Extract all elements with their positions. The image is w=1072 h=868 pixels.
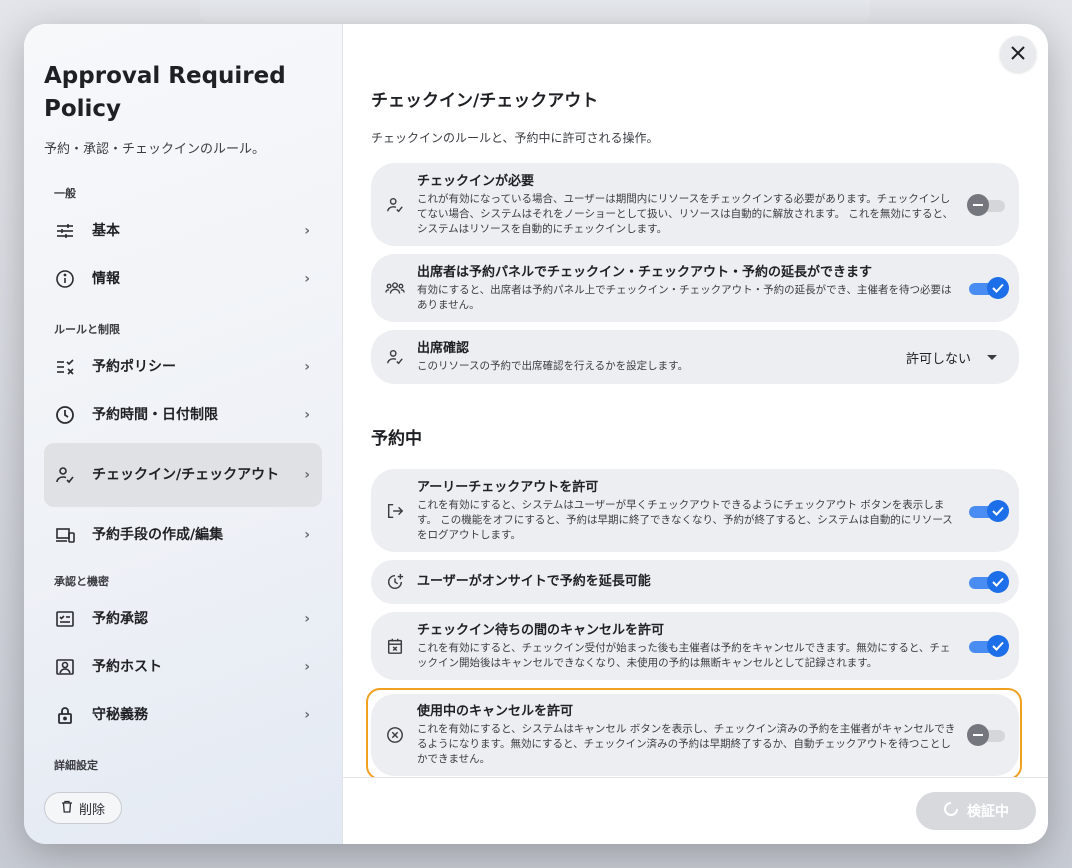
setting-description: これを有効にすると、チェックイン受付が始まった後も主催者は予約をキャンセルできま… bbox=[417, 641, 951, 669]
setting-title: チェックイン待ちの間のキャンセルを許可 bbox=[417, 622, 665, 638]
setting-description: このリソースの予約で出席確認を行えるかを設定します。 bbox=[417, 360, 689, 372]
delete-label: 削除 bbox=[78, 802, 105, 818]
section-label-general: 一般 bbox=[54, 187, 76, 200]
info-icon bbox=[54, 268, 76, 290]
verify-label: 検証中 bbox=[967, 804, 1009, 820]
section-heading-checkin: チェックイン/チェックアウト bbox=[371, 91, 599, 111]
setting-description: これを有効にすると、システムはキャンセル ボタンを表示し、チェックイン済みの予約… bbox=[417, 723, 956, 765]
clock-icon bbox=[54, 404, 76, 426]
footer: 検証中 bbox=[343, 777, 1048, 844]
sidebar-item-info[interactable]: 情報 › bbox=[44, 255, 322, 303]
setting-title: 使用中のキャンセルを許可 bbox=[417, 704, 574, 719]
spinner-icon bbox=[943, 801, 959, 821]
policy-modal: Approval Required Policy 予約・承認・チェックインのルー… bbox=[24, 24, 1048, 844]
cancel-circle-icon bbox=[385, 726, 405, 744]
setting-card-attendee-panel: 出席者は予約パネルでチェックイン・チェックアウト・予約の延長ができます 有効にす… bbox=[371, 254, 1019, 322]
setting-card-extend-onsite: ユーザーがオンサイトで予約を延長可能 bbox=[371, 560, 1019, 604]
extend-time-icon bbox=[385, 573, 405, 591]
extend-onsite-toggle[interactable] bbox=[969, 571, 1009, 593]
chevron-right-icon: › bbox=[304, 611, 310, 627]
page-title: Approval Required Policy bbox=[44, 63, 286, 122]
sidebar-item-label: チェックイン/チェックアウト bbox=[92, 467, 280, 483]
calendar-cancel-icon bbox=[385, 637, 405, 655]
verify-button[interactable]: 検証中 bbox=[916, 792, 1036, 830]
logout-icon bbox=[385, 502, 405, 520]
cancel-in-use-toggle[interactable] bbox=[967, 724, 1005, 746]
section-label-advanced: 詳細設定 bbox=[54, 759, 98, 772]
chevron-right-icon: › bbox=[304, 659, 310, 675]
chevron-right-icon: › bbox=[304, 407, 310, 423]
early-checkout-toggle[interactable] bbox=[969, 499, 1009, 522]
sidebar-item-time-limits[interactable]: 予約時間・日付制限 › bbox=[44, 391, 322, 439]
sidebar-item-label: 情報 bbox=[92, 271, 120, 287]
select-value: 許可しない bbox=[905, 351, 971, 367]
sidebar-item-label: 予約時間・日付制限 bbox=[92, 407, 218, 423]
setting-title: 出席確認 bbox=[417, 341, 470, 356]
chevron-right-icon: › bbox=[304, 271, 310, 287]
sidebar-item-booking-policy[interactable]: 予約ポリシー › bbox=[44, 343, 322, 391]
setting-description: これが有効になっている場合、ユーザーは期間内にリソースをチェックインする必要があ… bbox=[417, 192, 954, 235]
sidebar-item-label: 予約手段の作成/編集 bbox=[92, 527, 224, 543]
person-check-icon bbox=[385, 196, 405, 214]
sidebar-item-host[interactable]: 予約ホスト › bbox=[44, 643, 322, 691]
setting-card-cancel-in-use: 使用中のキャンセルを許可 これを有効にすると、システムはキャンセル ボタンを表示… bbox=[371, 694, 1019, 776]
delete-button[interactable]: 削除 bbox=[44, 792, 122, 824]
sidebar-item-label: 守秘義務 bbox=[92, 707, 148, 723]
group-icon bbox=[385, 280, 405, 296]
chevron-right-icon: › bbox=[304, 359, 310, 375]
person-check-icon bbox=[54, 464, 76, 486]
setting-title: チェックインが必要 bbox=[417, 173, 535, 189]
chevron-down-icon bbox=[987, 350, 997, 365]
chevron-right-icon: › bbox=[304, 223, 310, 239]
sidebar: Approval Required Policy 予約・承認・チェックインのルー… bbox=[24, 24, 343, 844]
chevron-right-icon: › bbox=[304, 527, 310, 543]
setting-title: ユーザーがオンサイトで予約を延長可能 bbox=[417, 574, 651, 589]
sidebar-item-label: 予約ホスト bbox=[92, 659, 162, 675]
setting-card-checkin-required: チェックインが必要 これが有効になっている場合、ユーザーは期間内にリソースをチェ… bbox=[371, 163, 1019, 246]
sidebar-item-label: 予約ポリシー bbox=[92, 359, 176, 375]
sidebar-item-create-edit[interactable]: 予約手段の作成/編集 › bbox=[44, 511, 322, 559]
setting-title: アーリーチェックアウトを許可 bbox=[417, 479, 599, 495]
sidebar-item-basic[interactable]: 基本 › bbox=[44, 207, 322, 255]
rules-icon bbox=[54, 356, 76, 378]
setting-card-early-checkout: アーリーチェックアウトを許可 これを有効にすると、システムはユーザーが早くチェッ… bbox=[371, 469, 1019, 552]
attendee-panel-toggle[interactable] bbox=[969, 277, 1009, 299]
setting-card-attendance-check: 出席確認 このリソースの予約で出席確認を行えるかを設定します。 許可しない bbox=[371, 330, 1019, 384]
main-panel: チェックイン/チェックアウト チェックインのルールと、予約中に許可される操作。 … bbox=[343, 24, 1048, 844]
close-button[interactable] bbox=[1000, 36, 1036, 72]
section-label-rules: ルールと制限 bbox=[54, 323, 120, 336]
trash-icon bbox=[61, 800, 73, 817]
person-check-icon bbox=[385, 348, 405, 366]
chevron-right-icon: › bbox=[304, 707, 310, 723]
host-icon bbox=[54, 656, 76, 678]
setting-title: 出席者は予約パネルでチェックイン・チェックアウト・予約の延長ができます bbox=[417, 264, 873, 280]
page-subtitle: 予約・承認・チェックインのルール。 bbox=[44, 142, 266, 157]
cancel-while-waiting-toggle[interactable] bbox=[969, 635, 1009, 657]
setting-description: これを有効にすると、システムはユーザーが早くチェックアウトできるようにチェックア… bbox=[417, 498, 953, 541]
checklist-icon bbox=[54, 608, 76, 630]
attendance-check-select[interactable]: 許可しない bbox=[906, 348, 1005, 367]
section-description: チェックインのルールと、予約中に許可される操作。 bbox=[371, 131, 659, 145]
section-heading-in-use: 予約中 bbox=[371, 429, 422, 449]
background-strip bbox=[200, 0, 870, 22]
section-label-approval: 承認と機密 bbox=[54, 575, 109, 588]
chevron-right-icon: › bbox=[304, 467, 310, 483]
sidebar-item-label: 予約承認 bbox=[92, 611, 148, 627]
settings-content: チェックイン/チェックアウト チェックインのルールと、予約中に許可される操作。 … bbox=[366, 86, 1022, 780]
sidebar-item-label: 基本 bbox=[92, 223, 120, 239]
lock-icon bbox=[54, 704, 76, 726]
sidebar-item-approval[interactable]: 予約承認 › bbox=[44, 595, 322, 643]
setting-description: 有効にすると、出席者は予約パネル上でチェックイン・チェックアウト・予約の延長がで… bbox=[417, 283, 952, 311]
checkin-required-toggle[interactable] bbox=[967, 193, 1005, 216]
sliders-icon bbox=[54, 220, 76, 242]
devices-icon bbox=[54, 524, 76, 546]
close-icon bbox=[1011, 45, 1025, 64]
setting-card-cancel-while-waiting: チェックイン待ちの間のキャンセルを許可 これを有効にすると、チェックイン受付が始… bbox=[371, 612, 1019, 680]
sidebar-item-checkin-checkout[interactable]: チェックイン/チェックアウト › bbox=[44, 443, 322, 507]
sidebar-item-confidentiality[interactable]: 守秘義務 › bbox=[44, 691, 322, 739]
